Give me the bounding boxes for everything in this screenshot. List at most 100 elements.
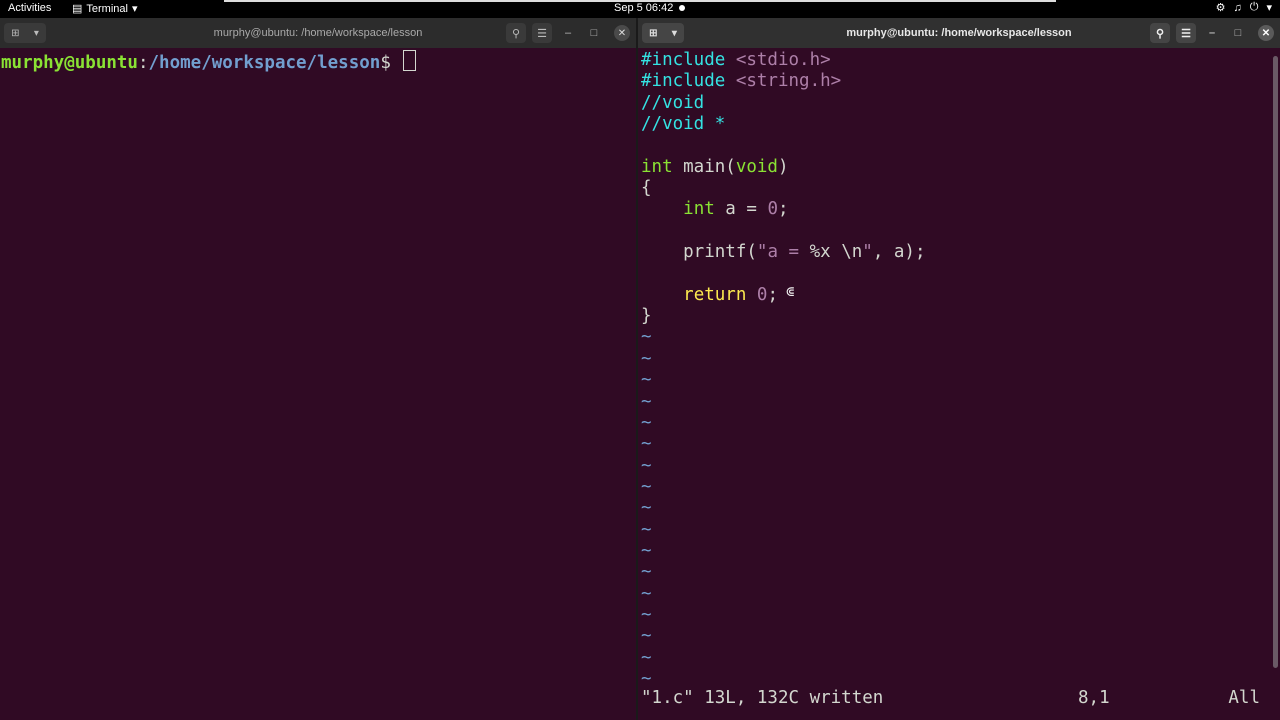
- code-token: int: [641, 156, 673, 177]
- search-icon: ⚲: [1155, 27, 1165, 40]
- chevron-down-icon: ▾: [131, 3, 138, 15]
- prompt-symbol: $: [380, 53, 402, 73]
- empty-line-marker: ~: [641, 455, 652, 476]
- code-buffer[interactable]: #include <stdio.h> #include <string.h> /…: [641, 50, 926, 690]
- code-line: return 0;: [641, 285, 926, 306]
- code-line: }: [641, 306, 652, 327]
- search-button[interactable]: ⚲: [1150, 23, 1170, 43]
- close-button[interactable]: ✕: [614, 25, 630, 41]
- terminal-content[interactable]: murphy@ubuntu:/home/workspace/lesson$: [0, 50, 636, 720]
- code-token: ;: [778, 199, 789, 220]
- terminal-window-left[interactable]: ⊞ ▾ murphy@ubuntu: /home/workspace/lesso…: [0, 18, 636, 720]
- code-token: ": [862, 242, 873, 263]
- code-token: , a);: [872, 242, 926, 263]
- text-cursor: [403, 50, 417, 71]
- close-button[interactable]: ✕: [1258, 25, 1274, 41]
- menu-button[interactable]: ☰: [532, 23, 552, 43]
- search-button[interactable]: ⚲: [506, 23, 526, 43]
- prompt-user: murphy@ubuntu: [1, 53, 138, 73]
- empty-line-marker: ~: [641, 647, 652, 668]
- hamburger-menu-icon: ☰: [1181, 27, 1191, 40]
- code-token: ): [777, 156, 789, 177]
- prompt-separator: :: [137, 53, 149, 73]
- titlebar: ⊞ ▾ murphy@ubuntu: /home/workspace/lesso…: [638, 18, 1280, 48]
- notification-dot-icon: [679, 5, 686, 11]
- code-token: int: [683, 199, 715, 220]
- maximize-button[interactable]: □: [1228, 23, 1248, 43]
- code-token: printf(: [641, 242, 757, 263]
- empty-line-marker: ~: [641, 583, 652, 604]
- search-icon: ⚲: [511, 27, 521, 40]
- menu-button[interactable]: ☰: [1176, 23, 1196, 43]
- code-token: #include: [641, 50, 736, 70]
- code-token: ;: [767, 284, 779, 305]
- terminal-window-right[interactable]: ⊞ ▾ murphy@ubuntu: /home/workspace/lesso…: [638, 18, 1280, 720]
- empty-line-marker: ~: [641, 327, 652, 348]
- maximize-icon: □: [590, 27, 598, 39]
- code-token: "a =: [756, 242, 810, 263]
- empty-line-marker: ~: [641, 562, 652, 583]
- maximize-icon: □: [1234, 27, 1242, 39]
- code-line: #include <string.h>: [641, 71, 926, 92]
- vim-status-line: "1.c" 13L, 132C written 8,1 All: [641, 688, 1260, 710]
- close-icon: ✕: [617, 27, 627, 39]
- code-token: #include: [641, 71, 736, 92]
- empty-line-marker: ~: [641, 519, 652, 540]
- scrollbar[interactable]: [1273, 56, 1278, 668]
- terminal-app-icon: ▤: [72, 3, 83, 15]
- vim-editor[interactable]: #include <stdio.h> #include <string.h> /…: [638, 50, 1280, 720]
- code-line: #include <stdio.h>: [641, 50, 926, 71]
- code-line: //void: [641, 92, 705, 113]
- volume-icon: ♫: [1233, 1, 1242, 14]
- empty-line-marker: ~: [641, 370, 652, 391]
- empty-line-marker: ~: [641, 391, 652, 412]
- code-token: void: [735, 156, 778, 177]
- minimize-icon: –: [1208, 27, 1216, 39]
- app-menu-label: Terminal: [86, 2, 128, 15]
- empty-line-marker: ~: [641, 498, 652, 519]
- cursor-position: 8,1: [1078, 688, 1110, 708]
- maximize-button[interactable]: □: [584, 23, 604, 43]
- code-token: main(: [672, 156, 736, 177]
- empty-line-marker: ~: [641, 476, 652, 497]
- minimize-button[interactable]: –: [558, 23, 578, 43]
- chevron-down-icon: ▾: [1266, 2, 1272, 14]
- power-icon: ⏻: [1249, 1, 1259, 13]
- empty-line-marker: ~: [641, 412, 652, 433]
- code-line: int a = 0;: [641, 199, 926, 220]
- code-token: <string.h>: [735, 71, 842, 92]
- hamburger-menu-icon: ☰: [537, 27, 547, 40]
- empty-line-marker: ~: [641, 626, 652, 647]
- clock-label: Sep 5 06:42: [614, 2, 674, 14]
- activities-button[interactable]: Activities: [8, 2, 51, 14]
- shell-prompt: murphy@ubuntu:/home/workspace/lesson$: [1, 50, 417, 74]
- empty-line-marker: ~: [641, 540, 652, 561]
- code-token: <stdio.h>: [735, 50, 831, 70]
- code-token: a =: [714, 199, 768, 220]
- minimize-button[interactable]: –: [1202, 23, 1222, 43]
- empty-line-marker: ~: [641, 604, 652, 625]
- code-line: printf("a = %x \n", a);: [641, 242, 926, 263]
- empty-line-marker: ~: [641, 348, 652, 369]
- clock[interactable]: Sep 5 06:42: [614, 2, 686, 14]
- close-icon: ✕: [1261, 27, 1271, 39]
- top-bar: Activities ▤ Terminal ▾ Sep 5 06:42 ⚙ ♫ …: [0, 0, 1280, 18]
- empty-line-marker: ~: [641, 434, 652, 455]
- minimize-icon: –: [564, 27, 572, 39]
- code-token: %x \n: [809, 242, 863, 263]
- code-token: 0: [756, 284, 768, 305]
- code-line: //void *: [641, 114, 726, 135]
- titlebar: ⊞ ▾ murphy@ubuntu: /home/workspace/lesso…: [0, 18, 636, 48]
- code-line: int main(void): [641, 157, 926, 178]
- code-line: {: [641, 178, 652, 199]
- status-message: "1.c" 13L, 132C written: [641, 688, 884, 708]
- code-token: return: [683, 284, 747, 305]
- app-menu[interactable]: ▤ Terminal ▾: [72, 2, 138, 16]
- system-tray[interactable]: ⚙ ♫ ⏻ ▾: [1216, 1, 1272, 14]
